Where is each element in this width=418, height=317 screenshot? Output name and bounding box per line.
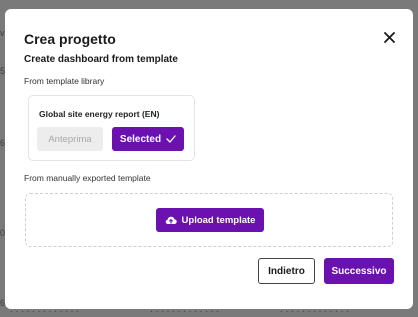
background-fragment: v — [0, 28, 5, 38]
modal-subtitle: Create dashboard from template — [24, 54, 178, 65]
back-button[interactable]: Indietro — [258, 258, 315, 284]
close-icon — [383, 31, 395, 43]
next-button[interactable]: Successivo — [324, 258, 394, 284]
manual-template-label: From manually exported template — [24, 173, 151, 183]
template-card: Global site energy report (EN) Anteprima… — [28, 95, 195, 161]
selected-button[interactable]: Selected — [112, 127, 184, 151]
preview-button[interactable]: Anteprima — [37, 127, 103, 151]
upload-template-button[interactable]: Upload template — [156, 208, 264, 232]
selected-button-label: Selected — [119, 133, 162, 145]
create-project-modal: Crea progetto Create dashboard from temp… — [5, 9, 413, 309]
modal-title: Crea progetto — [24, 31, 116, 47]
template-library-label: From template library — [24, 76, 105, 86]
upload-dropzone[interactable]: Upload template — [25, 193, 393, 247]
template-name: Global site energy report (EN) — [39, 109, 160, 119]
close-button[interactable] — [378, 26, 400, 48]
check-icon — [166, 135, 176, 143]
upload-template-label: Upload template — [181, 214, 256, 226]
cloud-upload-icon — [165, 216, 177, 225]
